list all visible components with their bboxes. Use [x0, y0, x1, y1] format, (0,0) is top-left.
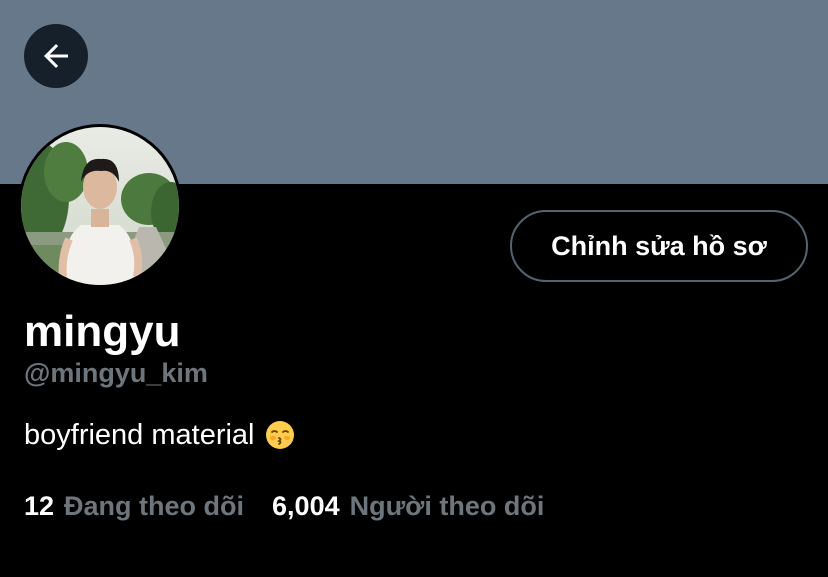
back-button[interactable]: [24, 24, 88, 88]
avatar[interactable]: [18, 124, 182, 288]
following-link[interactable]: 12 Đang theo dõi: [24, 488, 244, 524]
followers-link[interactable]: 6,004 Người theo dõi: [272, 488, 544, 524]
user-handle: @mingyu_kim: [24, 358, 208, 388]
avatar-photo: [21, 127, 179, 285]
profile-page: Chỉnh sửa hồ sơ mingyu @mingyu_kim boyfr…: [0, 0, 828, 577]
profile-stats: 12 Đang theo dõi 6,004 Người theo dõi: [24, 488, 544, 524]
arrow-left-icon: [44, 44, 68, 68]
following-label: Đang theo dõi: [64, 491, 245, 521]
bio-text: boyfriend material: [24, 419, 255, 451]
display-name: mingyu: [24, 307, 181, 356]
profile-bio: boyfriend material: [24, 416, 295, 454]
followers-count: 6,004: [272, 491, 340, 521]
kissing-face-emoji-icon: [265, 421, 294, 449]
following-count: 12: [24, 491, 55, 521]
followers-label: Người theo dõi: [349, 491, 545, 521]
edit-profile-button[interactable]: Chỉnh sửa hồ sơ: [510, 210, 808, 282]
